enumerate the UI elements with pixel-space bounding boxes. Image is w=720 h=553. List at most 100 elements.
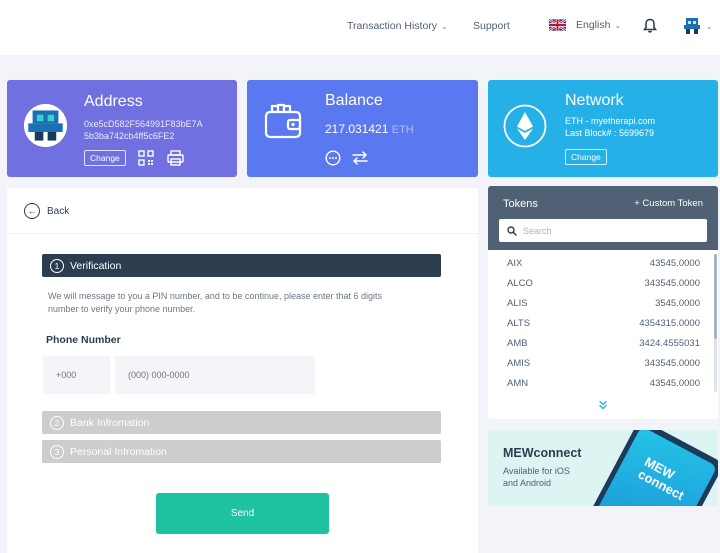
step-bank-information[interactable]: 2 Bank Infromation (42, 411, 441, 434)
token-symbol: AMN (507, 378, 529, 389)
mewconnect-subtitle: Available for iOS and Android (503, 465, 570, 489)
step-number: 2 (50, 415, 64, 430)
country-code-input[interactable] (43, 356, 110, 394)
transaction-history-menu[interactable]: Transaction History ⌄ (347, 20, 448, 32)
custom-token-button[interactable]: + Custom Token (634, 198, 703, 209)
chevron-down-icon: ⌄ (614, 20, 622, 30)
wallet-icon (264, 103, 302, 139)
token-amount: 43545.0000 (649, 378, 700, 389)
step-number: 3 (50, 444, 64, 459)
step-label: Verification (70, 259, 122, 272)
token-row[interactable]: AMIS 343545.0000 (488, 354, 718, 374)
token-symbol: ALTS (507, 318, 531, 329)
transaction-history-label: Transaction History (347, 20, 438, 32)
scrollbar-thumb[interactable] (714, 254, 717, 339)
token-symbol: AMB (507, 338, 528, 349)
ethereum-icon (503, 104, 547, 148)
address-card: Address 0xe5cD582F564991F83bE7A 5b3ba742… (7, 80, 237, 177)
uk-flag-icon (549, 19, 566, 31)
search-placeholder: Search (523, 225, 552, 236)
printer-icon[interactable] (167, 150, 184, 166)
back-button[interactable]: ← Back (24, 203, 69, 219)
description-line-2: number to verify your phone number. (48, 304, 196, 314)
verification-description: We will message to you a PIN number, and… (48, 290, 428, 316)
balance-unit: ETH (391, 124, 414, 136)
token-symbol: AMIS (507, 358, 531, 369)
user-avatar[interactable] (682, 16, 702, 36)
mewconnect-subtitle-line-2: and Android (503, 478, 552, 488)
qr-code-icon[interactable] (138, 150, 154, 166)
mewconnect-title: MEWconnect (503, 446, 582, 460)
step-label: Personal Infromation (70, 445, 167, 458)
chevron-down-icon[interactable]: ⌄ (706, 22, 713, 31)
network-provider: ETH - myetherapi.com (565, 116, 656, 126)
refresh-swap-icon[interactable] (351, 150, 369, 166)
token-list-scrollbar[interactable] (714, 254, 717, 392)
network-info: ETH - myetherapi.com Last Block# : 56996… (565, 115, 655, 139)
token-amount: 4354315.0000 (639, 318, 700, 329)
bell-icon[interactable] (643, 18, 657, 34)
network-title: Network (565, 92, 624, 109)
tokens-title: Tokens (503, 198, 538, 210)
search-icon (507, 225, 517, 236)
change-network-button[interactable]: Change (565, 149, 607, 165)
description-line-1: We will message to you a PIN number, and… (48, 291, 383, 301)
divider (7, 233, 478, 234)
token-search-box[interactable]: Search (499, 219, 707, 242)
token-row[interactable]: ALIS 3545.0000 (488, 294, 718, 314)
token-row[interactable]: AMB 3424.4555031 (488, 334, 718, 354)
step-label: Bank Infromation (70, 416, 150, 429)
step-personal-information[interactable]: 3 Personal Infromation (42, 440, 441, 463)
send-button[interactable]: Send (156, 493, 329, 534)
token-row[interactable]: AIX 43545.0000 (488, 254, 718, 274)
token-symbol: AIX (507, 258, 523, 269)
balance-value: 217.031421 ETH (325, 122, 414, 136)
identicon-icon (24, 104, 67, 147)
language-label: English (576, 19, 611, 31)
more-options-icon[interactable] (325, 150, 341, 166)
support-link[interactable]: Support (473, 20, 510, 32)
token-amount: 343545.0000 (644, 278, 700, 289)
step-number: 1 (50, 258, 64, 273)
address-title: Address (84, 93, 143, 110)
phone-image: MEW connect (583, 430, 718, 506)
token-symbol: ALIS (507, 298, 528, 309)
step-verification[interactable]: 1 Verification (42, 254, 441, 277)
identicon-icon (682, 16, 702, 36)
balance-amount: 217.031421 (325, 122, 389, 136)
token-symbol: ALCO (507, 278, 533, 289)
phone-screen-text: MEW connect (636, 454, 693, 503)
mewconnect-subtitle-line-1: Available for iOS (503, 466, 570, 476)
token-row[interactable]: ALTS 4354315.0000 (488, 314, 718, 334)
token-row[interactable]: AMN 43545.0000 (488, 374, 718, 394)
top-header: Transaction History ⌄ Support English ⌄ … (0, 0, 720, 55)
arrow-left-icon: ← (24, 203, 40, 219)
phone-screen: MEW connect (590, 430, 718, 506)
phone-number-input[interactable] (115, 356, 315, 394)
token-amount: 43545.0000 (649, 258, 700, 269)
language-selector[interactable]: English ⌄ (549, 19, 621, 31)
change-address-button[interactable]: Change (84, 150, 126, 166)
phone-verification-panel: ← Back 1 Verification We will message to… (7, 188, 478, 553)
chevron-down-icon: ⌄ (441, 21, 448, 31)
token-amount: 343545.0000 (644, 358, 700, 369)
balance-card: Balance 217.031421 ETH (247, 80, 478, 177)
double-chevron-down-icon[interactable] (598, 400, 608, 410)
phone-number-label: Phone Number (46, 334, 121, 346)
balance-title: Balance (325, 92, 383, 109)
token-list: AIX 43545.0000 ALCO 343545.0000 ALIS 3545.0… (488, 254, 718, 394)
address-identicon (24, 104, 67, 147)
mewconnect-banner[interactable]: MEWconnect Available for iOS and Android… (488, 430, 718, 506)
tokens-panel: Tokens + Custom Token Search AIX 43545.00… (488, 186, 718, 419)
support-label: Support (473, 20, 510, 32)
network-card: Network ETH - myetherapi.com Last Block#… (488, 80, 718, 177)
back-label: Back (47, 205, 70, 217)
last-block: Last Block# : 5699679 (565, 128, 655, 138)
address-line-1: 0xe5cD582F564991F83bE7A (84, 119, 203, 129)
tokens-header: Tokens + Custom Token Search (488, 186, 718, 250)
token-amount: 3545.0000 (655, 298, 700, 309)
address-value: 0xe5cD582F564991F83bE7A 5b3ba742cb4ff5c6… (84, 118, 203, 142)
token-row[interactable]: ALCO 343545.0000 (488, 274, 718, 294)
token-amount: 3424.4555031 (639, 338, 700, 349)
address-line-2: 5b3ba742cb4ff5c6FE2 (84, 131, 175, 141)
